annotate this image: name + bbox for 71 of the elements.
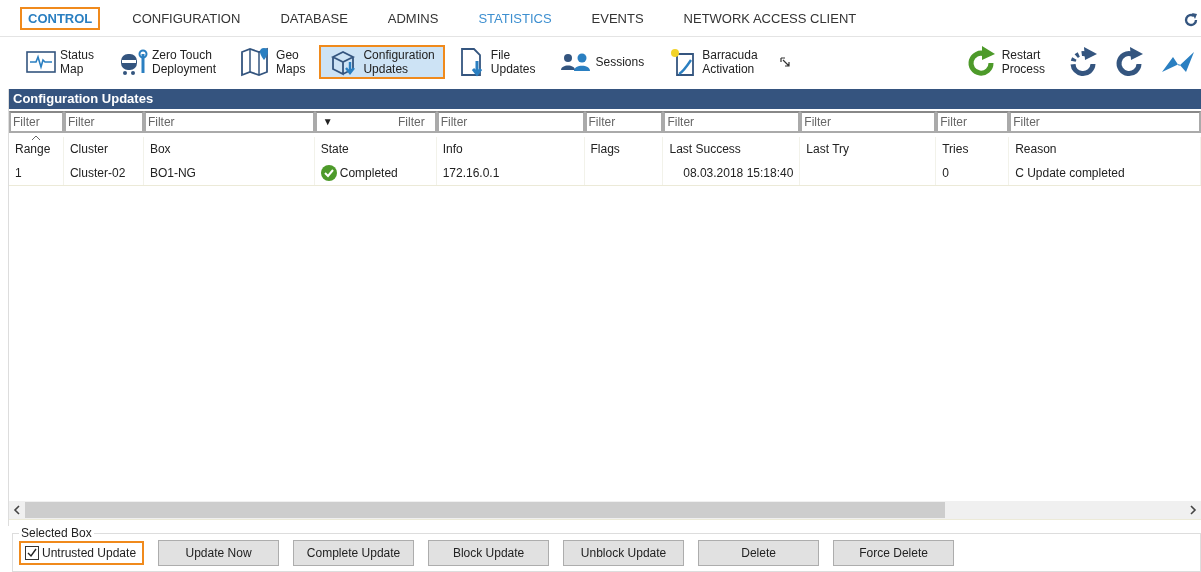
toolbar-label: Barracuda Activation bbox=[702, 48, 758, 76]
toolbar-label: Restart Process bbox=[1001, 48, 1045, 76]
toolbar-button[interactable]: Status Map bbox=[16, 45, 105, 79]
action-button[interactable]: Complete Update bbox=[293, 540, 415, 566]
cell-text: 172.16.0.1 bbox=[442, 166, 500, 180]
action-button[interactable]: Force Delete bbox=[833, 540, 955, 566]
refresh-icon[interactable] bbox=[1183, 12, 1199, 28]
column-header[interactable]: Range bbox=[9, 137, 64, 161]
column-header[interactable]: Cluster bbox=[63, 137, 144, 161]
users-icon bbox=[559, 52, 592, 72]
filter-field[interactable]: Filter bbox=[436, 111, 585, 133]
cell-text: 0 bbox=[942, 166, 949, 180]
toolbar-label: Geo Maps bbox=[276, 48, 306, 76]
column-header[interactable]: Tries bbox=[936, 137, 1010, 161]
filter-field[interactable]: Filter bbox=[584, 111, 664, 133]
horizontal-scrollbar[interactable] bbox=[9, 501, 1201, 520]
toolbar-button[interactable]: File Updates bbox=[448, 45, 546, 79]
toolbar-button[interactable]: Barracuda Activation bbox=[658, 45, 768, 79]
scroll-right-icon[interactable] bbox=[1189, 505, 1197, 515]
column-header[interactable]: Reason bbox=[1009, 137, 1201, 161]
scroll-left-icon[interactable] bbox=[13, 505, 21, 515]
cell-text: Cluster-02 bbox=[69, 166, 126, 180]
sort-icon bbox=[31, 135, 41, 141]
column-header[interactable]: Box bbox=[143, 137, 315, 161]
untrusted-update-checkbox[interactable]: Untrusted Update bbox=[19, 541, 145, 565]
toolbar-button[interactable]: Sessions bbox=[549, 45, 655, 79]
cell-text: 1 bbox=[15, 166, 22, 180]
action-button[interactable]: Unblock Update bbox=[563, 540, 685, 566]
check-icon bbox=[26, 547, 38, 559]
filter-field[interactable]: Filter bbox=[663, 111, 801, 133]
cell-text: BO1-NG bbox=[149, 166, 196, 180]
column-header[interactable]: Last Try bbox=[800, 137, 937, 161]
cell-text: 08.03.2018 15:18:40 bbox=[683, 166, 794, 180]
toolbar-label: File Updates bbox=[490, 48, 536, 76]
expand-icon[interactable] bbox=[779, 57, 790, 67]
toolbar-label: Sessions bbox=[595, 55, 645, 69]
panel-title: Configuration Updates bbox=[9, 89, 1201, 109]
toolbar-label: Status Map bbox=[60, 48, 95, 76]
filter-field[interactable]: Filter bbox=[800, 111, 937, 133]
nav-tab[interactable]: CONFIGURATION bbox=[124, 6, 249, 30]
toolbar-label: Zero Touch Deployment bbox=[152, 48, 217, 76]
filter-field[interactable]: Filter bbox=[143, 111, 315, 133]
dropdown-caret[interactable]: ▼ bbox=[322, 116, 333, 127]
filter-field[interactable]: Filter bbox=[936, 111, 1010, 133]
nav-tab[interactable]: NETWORK ACCESS CLIENT bbox=[675, 6, 865, 30]
filter-field[interactable]: Filter bbox=[63, 111, 144, 133]
robot-wrench-icon bbox=[118, 48, 149, 76]
toolbar-button[interactable]: Configuration Updates bbox=[319, 45, 445, 79]
cell-text: Completed bbox=[339, 166, 398, 180]
heartbeat-icon bbox=[26, 49, 56, 75]
cell-text: C Update completed bbox=[1015, 166, 1125, 180]
toolbar-button[interactable]: Geo Maps bbox=[230, 45, 316, 79]
group-title: Selected Box bbox=[20, 526, 93, 540]
action-button[interactable]: Block Update bbox=[428, 540, 550, 566]
filter-field[interactable]: Filter bbox=[9, 111, 64, 133]
restart-process-button[interactable]: Restart Process bbox=[955, 45, 1055, 79]
action-button[interactable]: Delete bbox=[698, 540, 820, 566]
column-header[interactable]: Flags bbox=[584, 137, 664, 161]
nav-tab[interactable]: ADMINS bbox=[379, 6, 447, 30]
nav-tab[interactable]: DATABASE bbox=[272, 6, 356, 30]
column-header[interactable]: Last Success bbox=[663, 137, 801, 161]
zigzag-chart-icon[interactable] bbox=[1161, 50, 1195, 74]
filter-field[interactable]: Filter bbox=[1009, 111, 1201, 133]
action-button[interactable]: Update Now bbox=[158, 540, 280, 566]
toolbar-button[interactable]: Zero Touch Deployment bbox=[108, 45, 227, 79]
column-header[interactable]: Info bbox=[436, 137, 585, 161]
nav-tab[interactable]: STATISTICS bbox=[470, 6, 560, 30]
nav-tab[interactable]: EVENTS bbox=[583, 6, 652, 30]
nav-tab[interactable]: CONTROL bbox=[20, 6, 101, 30]
column-header[interactable]: State bbox=[314, 137, 437, 161]
toolbar-label: Configuration Updates bbox=[363, 48, 435, 76]
